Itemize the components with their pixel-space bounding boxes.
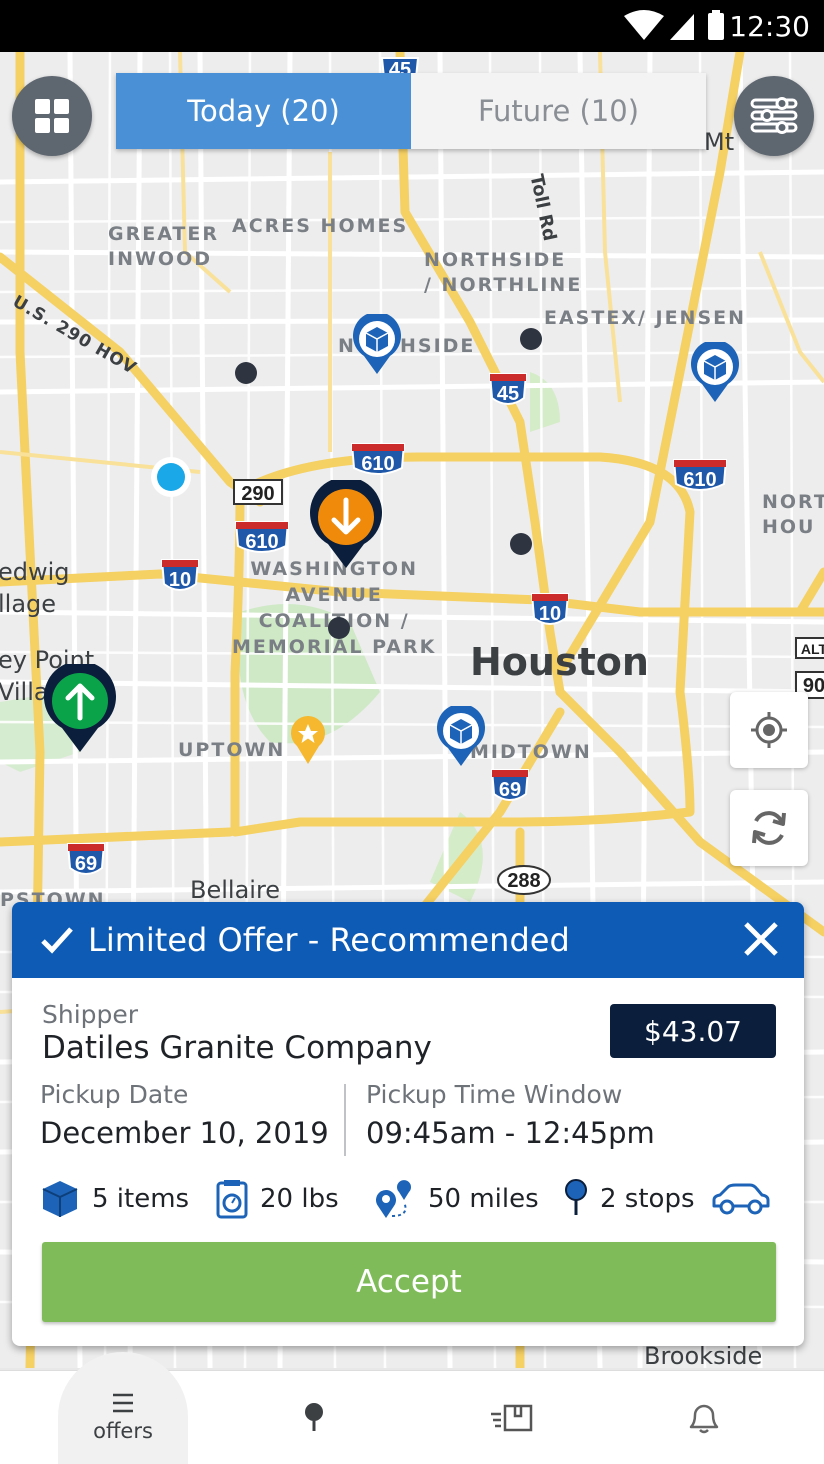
package-icon <box>42 1181 78 1217</box>
filter-sliders-icon <box>750 97 798 134</box>
signal-icon <box>670 14 694 40</box>
pin-icon <box>305 1403 323 1431</box>
locate-button[interactable] <box>730 692 808 768</box>
status-time: 12:30 <box>729 10 810 43</box>
weight: 20 lbs <box>260 1184 339 1214</box>
offer-title: Limited Offer - Recommended <box>88 921 570 959</box>
shipper-name: Datiles Granite Company <box>42 1030 432 1066</box>
nav-map[interactable] <box>284 1370 344 1464</box>
status-icons <box>622 10 732 47</box>
menu-icon <box>113 1393 133 1413</box>
offer-tabs: Today (20) Future (10) <box>116 73 706 149</box>
refresh-icon <box>752 811 786 845</box>
menu-grid-button[interactable] <box>12 76 92 156</box>
close-icon[interactable] <box>742 920 780 958</box>
pickup-date: December 10, 2019 <box>40 1116 329 1150</box>
accept-button[interactable]: Accept <box>42 1242 776 1322</box>
pickup-window: 09:45am - 12:45pm <box>366 1116 655 1150</box>
car-icon <box>712 1183 770 1215</box>
offer-price: $43.07 <box>610 1004 776 1058</box>
stop-dot <box>235 362 257 384</box>
check-icon <box>41 927 73 954</box>
stop-dot <box>510 533 532 555</box>
card-divider <box>344 1084 346 1156</box>
shipper-label: Shipper <box>42 1000 139 1029</box>
battery-icon <box>708 13 724 40</box>
delivery-icon <box>491 1404 533 1432</box>
star-place-pin <box>290 716 326 771</box>
scale-icon <box>216 1180 248 1219</box>
distance: 50 miles <box>428 1184 539 1214</box>
nav-deliveries[interactable] <box>480 1370 544 1464</box>
tab-today[interactable]: Today (20) <box>116 73 411 149</box>
package-pin[interactable] <box>436 703 486 773</box>
items-count: 5 items <box>92 1184 190 1214</box>
stop-pin-icon <box>565 1179 587 1215</box>
tab-future[interactable]: Future (10) <box>411 73 706 149</box>
stat-vehicle <box>710 1176 784 1222</box>
package-pin[interactable] <box>690 339 740 409</box>
dropoff-pin[interactable] <box>308 476 384 575</box>
grid-icon <box>35 99 69 133</box>
pickup-pin[interactable] <box>42 660 118 759</box>
locate-icon <box>751 712 787 748</box>
nav-notifications[interactable] <box>672 1370 736 1464</box>
stat-weight: 20 lbs <box>216 1176 339 1222</box>
pickup-window-label: Pickup Time Window <box>366 1080 623 1109</box>
status-bar: 12:30 <box>0 0 824 52</box>
nav-offers-label: offers <box>93 1419 153 1443</box>
route-icon <box>376 1180 411 1218</box>
offer-card: Limited Offer - Recommended Shipper Dati… <box>12 902 804 1346</box>
offer-card-header: Limited Offer - Recommended <box>12 902 804 978</box>
pickup-date-label: Pickup Date <box>40 1080 189 1109</box>
filter-button[interactable] <box>734 76 814 156</box>
stop-dot <box>328 617 350 639</box>
stop-dot <box>520 328 542 350</box>
nav-offers[interactable]: offers <box>58 1370 188 1464</box>
refresh-button[interactable] <box>730 790 808 866</box>
package-pin[interactable] <box>352 311 402 381</box>
stat-distance: 50 miles <box>374 1176 539 1222</box>
stat-items: 5 items <box>40 1176 189 1222</box>
stops-count: 2 stops <box>600 1184 695 1214</box>
offer-stats: 5 items 20 lbs 50 miles 2 stops <box>40 1176 780 1222</box>
stat-stops: 2 stops <box>564 1176 695 1222</box>
wifi-icon <box>624 10 664 40</box>
bell-icon <box>689 1404 719 1434</box>
